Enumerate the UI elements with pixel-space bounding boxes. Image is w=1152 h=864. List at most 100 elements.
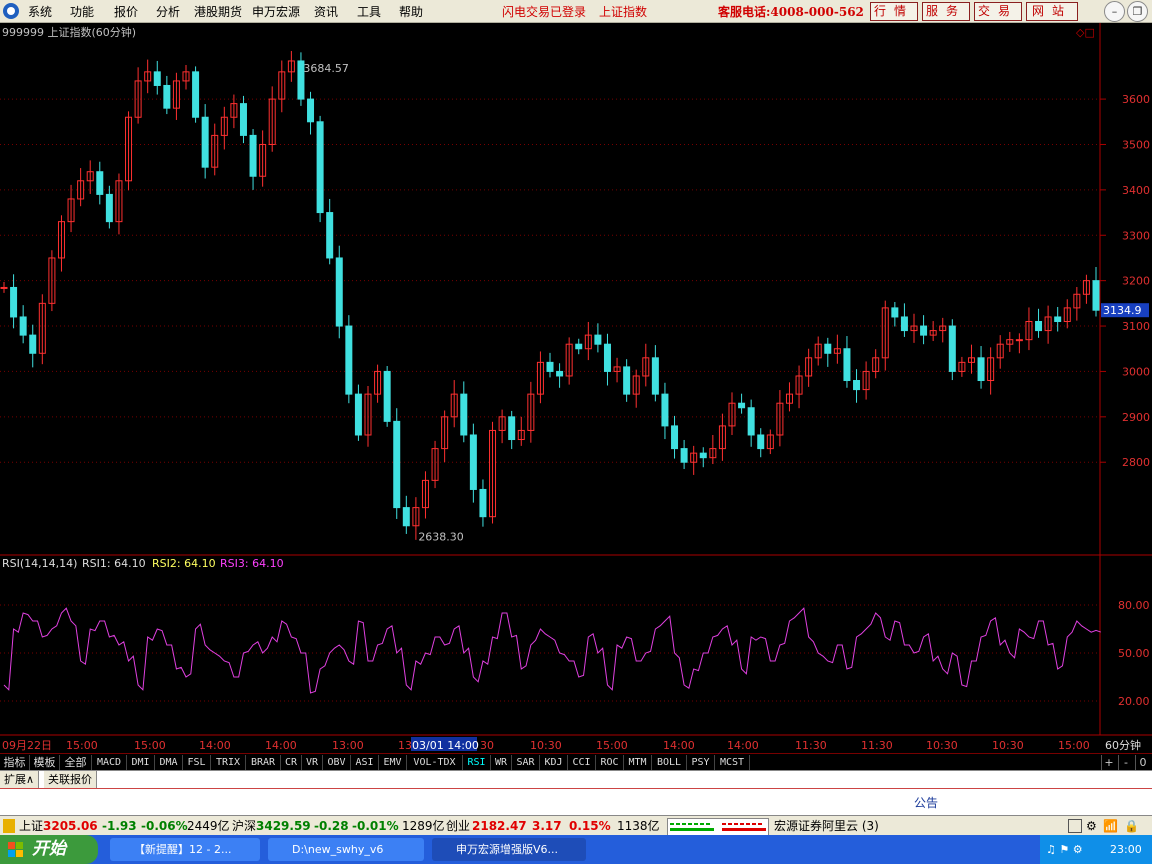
sh-index-pct: -0.06%: [141, 819, 188, 833]
time-axis-label: 14:00: [265, 739, 297, 752]
service-button[interactable]: 服务: [922, 2, 970, 21]
tab-macd[interactable]: MACD: [92, 755, 127, 770]
tab-indicator[interactable]: 指标: [0, 755, 30, 770]
tab-all[interactable]: 全部: [60, 755, 92, 770]
candle-body: [96, 171, 104, 195]
notice-link[interactable]: 公告: [914, 794, 938, 811]
cy-index-pct: 0.15%: [569, 819, 611, 833]
task-swhy-app[interactable]: 申万宏源增强版V6...: [432, 838, 586, 861]
chart-switch-icon[interactable]: ◇□: [1076, 26, 1095, 39]
alert-icon[interactable]: [3, 819, 15, 833]
tab-expand[interactable]: 扩展∧: [0, 771, 40, 788]
menu-item-system[interactable]: 系统: [28, 3, 52, 20]
chart-area[interactable]: 3600 3500 3400 3300 3200 3100 3000 2900 2800 80.…: [0, 23, 1152, 753]
lock-icon[interactable]: 🔒: [1124, 816, 1139, 836]
tab-sar[interactable]: SAR: [512, 755, 540, 770]
chart-title: 999999 上证指数(60分钟): [2, 25, 136, 39]
rsi3-label: RSI3: 64.10: [220, 557, 284, 570]
minimize-icon[interactable]: –: [1104, 1, 1125, 22]
menu-item-hk-futures[interactable]: 港股期货: [194, 3, 242, 20]
candle-body: [469, 434, 477, 490]
candle-body: [699, 452, 707, 459]
period-label[interactable]: 60分钟: [1105, 738, 1141, 752]
tab-cr[interactable]: CR: [281, 755, 302, 770]
task-browser[interactable]: 【新提醒】12 - 2...: [110, 838, 260, 861]
tab-vol-tdx[interactable]: VOL-TDX: [407, 755, 463, 770]
price-axis-label: 3200: [1122, 275, 1150, 288]
tab-roc[interactable]: ROC: [596, 755, 624, 770]
tab-dmi[interactable]: DMI: [127, 755, 155, 770]
time-axis-label: 10:30: [926, 739, 958, 752]
system-tray: ♫ ⚑ ⚙ 23:00: [1040, 835, 1152, 864]
tab-vr[interactable]: VR: [302, 755, 323, 770]
high-price-label: 3684.57: [303, 62, 349, 75]
rsi-axis-label: 50.00: [1118, 647, 1150, 660]
tab-rsi[interactable]: RSI: [463, 755, 491, 770]
zoom-out-button[interactable]: -: [1118, 755, 1133, 770]
task-swhy-label: 申万宏源增强版V6...: [456, 843, 559, 856]
task-folder[interactable]: D:\new_swhy_v6: [268, 838, 424, 861]
flash-trade-status[interactable]: 闪电交易已登录: [502, 3, 586, 20]
quote-button[interactable]: 行情: [870, 2, 918, 21]
tab-obv[interactable]: OBV: [323, 755, 351, 770]
tab-kdj[interactable]: KDJ: [540, 755, 568, 770]
menu-item-tools[interactable]: 工具: [357, 3, 381, 20]
tab-trix[interactable]: TRIX: [211, 755, 246, 770]
menu-item-analysis[interactable]: 分析: [156, 3, 180, 20]
price-axis-label: 3300: [1122, 229, 1150, 242]
window-icon[interactable]: [1068, 819, 1082, 833]
start-button[interactable]: 开始: [0, 835, 98, 864]
menu-item-quote[interactable]: 报价: [114, 3, 138, 20]
price-axis-label: 3600: [1122, 93, 1150, 106]
tab-fsl[interactable]: FSL: [183, 755, 211, 770]
candle-body: [680, 448, 688, 463]
candle-body: [1092, 280, 1100, 311]
kline-chart[interactable]: 3600 3500 3400 3300 3200 3100 3000 2900 2800 80.…: [0, 23, 1152, 753]
trade-button[interactable]: 交易: [974, 2, 1022, 21]
tab-cci[interactable]: CCI: [568, 755, 596, 770]
time-axis-label: 14:00: [663, 739, 695, 752]
tab-mcst[interactable]: MCST: [715, 755, 750, 770]
candle-body: [757, 434, 765, 450]
price-axis-label: 2800: [1122, 456, 1150, 469]
menu-item-function[interactable]: 功能: [70, 3, 94, 20]
menu-item-news[interactable]: 资讯: [314, 3, 338, 20]
candle-body: [153, 71, 161, 86]
menu-item-help[interactable]: 帮助: [399, 3, 423, 20]
website-button[interactable]: 网站: [1026, 2, 1078, 21]
price-axis-label: 2900: [1122, 411, 1150, 424]
broker-server[interactable]: 宏源证券阿里云 (3): [774, 816, 879, 836]
candle-body: [479, 488, 487, 518]
restore-icon[interactable]: ❐: [1127, 1, 1148, 22]
tab-boll[interactable]: BOLL: [652, 755, 687, 770]
zoom-in-button[interactable]: +: [1101, 755, 1116, 770]
tab-related-quote[interactable]: 关联报价: [44, 771, 97, 788]
panel-divider: [0, 788, 1152, 789]
price-axis-label: 3500: [1122, 138, 1150, 151]
reset-button[interactable]: 0: [1135, 755, 1150, 770]
settings-icon[interactable]: ⚙: [1086, 816, 1097, 836]
app-logo-icon[interactable]: [3, 3, 19, 19]
info-panel: 扩展∧ 关联报价 公告: [0, 770, 1152, 815]
tab-template[interactable]: 模板: [30, 755, 60, 770]
sh-index-amount: 2449亿: [187, 819, 230, 833]
tab-dma[interactable]: DMA: [155, 755, 183, 770]
cy-index-amount: 1138亿: [617, 819, 660, 833]
task-browser-label: 【新提醒】12 - 2...: [134, 843, 232, 856]
tab-brar[interactable]: BRAR: [246, 755, 281, 770]
tab-mtm[interactable]: MTM: [624, 755, 652, 770]
cy-index-value: 2182.47: [472, 819, 527, 833]
sh-index-value: 3205.06: [43, 819, 98, 833]
time-axis-label: 09月22日: [2, 739, 52, 752]
tab-emv[interactable]: EMV: [379, 755, 407, 770]
menu-item-swhy[interactable]: 申万宏源: [252, 3, 300, 20]
tray-icons[interactable]: ♫ ⚑ ⚙: [1046, 835, 1083, 864]
tab-psy[interactable]: PSY: [687, 755, 715, 770]
time-axis-label: 10:30: [530, 739, 562, 752]
candle-body: [824, 343, 832, 354]
candle-body: [575, 343, 583, 350]
candle-body: [623, 366, 631, 395]
tab-wr[interactable]: WR: [491, 755, 512, 770]
candle-body: [0, 286, 8, 289]
tab-asi[interactable]: ASI: [351, 755, 379, 770]
